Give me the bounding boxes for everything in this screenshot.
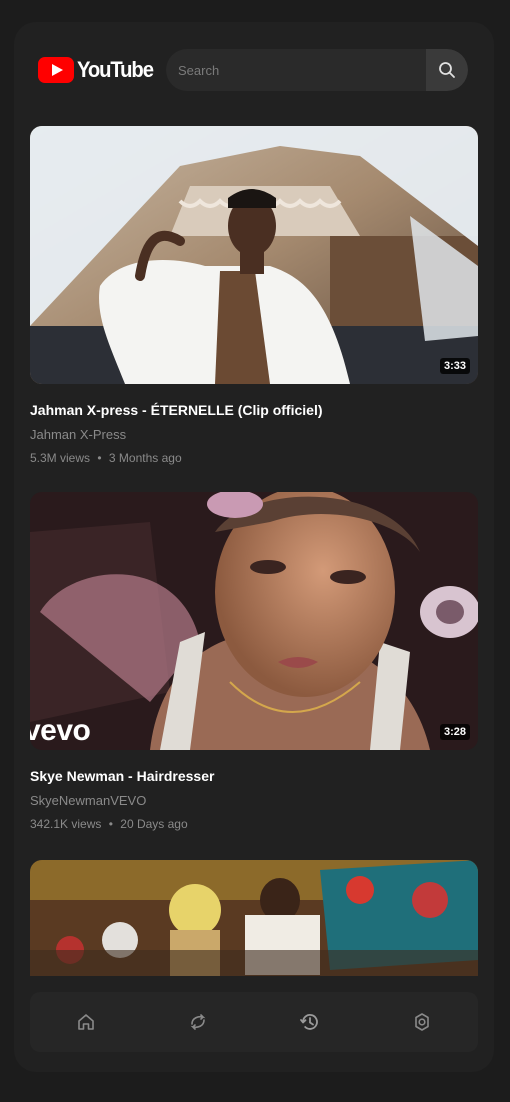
video-meta: 5.3M views • 3 Months ago: [30, 451, 478, 465]
nav-home[interactable]: [66, 1002, 106, 1042]
video-duration: 3:33: [439, 358, 470, 374]
search-button[interactable]: [426, 49, 468, 91]
search-icon: [439, 62, 455, 78]
video-thumbnail[interactable]: vevo 3:28: [30, 492, 478, 750]
meta-separator: •: [108, 817, 113, 831]
video-feed: 3:33 Jahman X-press - ÉTERNELLE (Clip of…: [30, 126, 478, 976]
home-icon: [78, 1014, 94, 1030]
thumbnail-image: [30, 492, 478, 750]
video-card[interactable]: 3:33 Jahman X-press - ÉTERNELLE (Clip of…: [30, 126, 478, 465]
nav-history[interactable]: [290, 1002, 330, 1042]
thumbnail-image: [30, 126, 478, 384]
video-thumbnail[interactable]: 3:33: [30, 126, 478, 384]
thumbnail-image: [30, 860, 478, 976]
nav-explore[interactable]: [178, 1002, 218, 1042]
video-thumbnail[interactable]: [30, 860, 478, 976]
play-logo-icon: [38, 57, 74, 83]
channel-name[interactable]: SkyeNewmanVEVO: [30, 793, 478, 808]
video-title[interactable]: Skye Newman - Hairdresser: [30, 768, 478, 784]
nav-settings[interactable]: [402, 1002, 442, 1042]
explore-icon: [190, 1014, 206, 1030]
video-meta: 342.1K views • 20 Days ago: [30, 817, 478, 831]
app-frame: YouTube Search 3:33 Jahman X-press - ÉTE…: [14, 22, 494, 1072]
video-title[interactable]: Jahman X-press - ÉTERNELLE (Clip officie…: [30, 402, 478, 418]
video-duration: 3:28: [439, 724, 470, 740]
channel-name[interactable]: Jahman X-Press: [30, 427, 478, 442]
search-bar: [166, 49, 468, 91]
vevo-watermark: vevo: [30, 714, 91, 747]
search-input[interactable]: [166, 49, 428, 91]
view-count: 342.1K views: [30, 817, 102, 831]
history-icon: [300, 1014, 318, 1030]
view-count: 5.3M views: [30, 451, 91, 465]
settings-icon: [415, 1013, 429, 1031]
meta-separator: •: [97, 451, 102, 465]
video-card[interactable]: vevo 3:28 Skye Newman - Hairdresser Skye…: [30, 492, 478, 831]
upload-age: 20 Days ago: [120, 817, 188, 831]
video-card[interactable]: [30, 860, 478, 976]
upload-age: 3 Months ago: [108, 451, 182, 465]
youtube-logo[interactable]: YouTube: [38, 55, 159, 85]
header: YouTube: [14, 22, 494, 118]
bottom-navigation: [30, 992, 478, 1052]
logo-text: YouTube: [77, 57, 154, 82]
